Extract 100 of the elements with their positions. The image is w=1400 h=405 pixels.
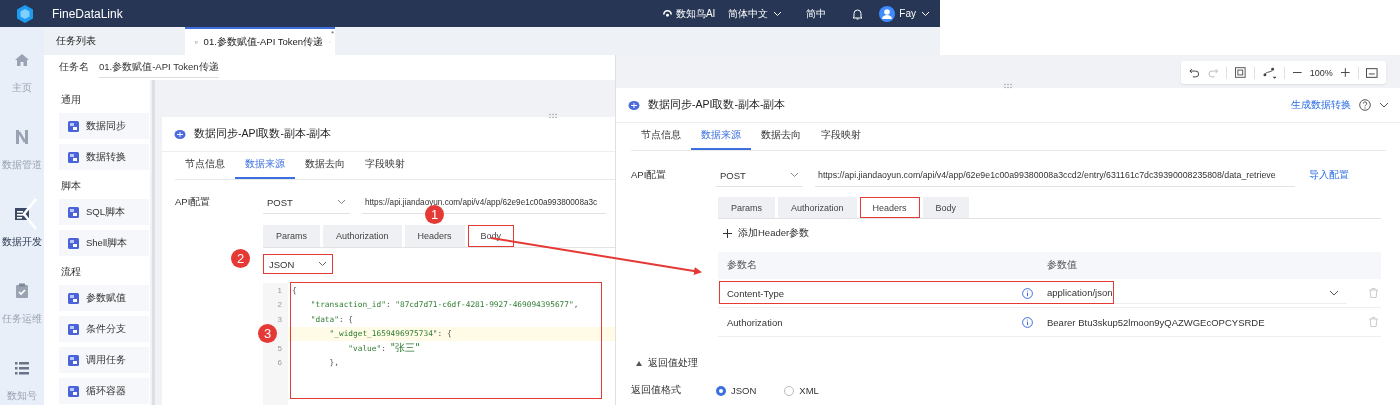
pipeline-icon — [14, 129, 30, 145]
undo-icon[interactable] — [1189, 67, 1200, 78]
line-number: 1 — [277, 285, 282, 295]
palette-item[interactable]: 参数赋值 — [59, 285, 149, 311]
clipboard-check-icon — [14, 283, 30, 299]
chevron-down-icon — [318, 261, 327, 267]
chevron-down-icon — [773, 10, 783, 17]
document-tab[interactable]: 01.参数赋值-API Token传递 * — [185, 27, 335, 55]
panel-tab[interactable]: 节点信息 — [631, 123, 691, 150]
url-field[interactable]: https://api.jiandaoyun.com/api/v4/app/62e9e1c00a99380008a3ccd2/entry/631161c7dc39390008235808/data_retrieve — [815, 164, 1295, 187]
sync-icon — [628, 99, 640, 111]
request-tab[interactable]: Params — [263, 225, 320, 247]
plus-icon — [723, 229, 732, 238]
column-header: 参数名 — [726, 259, 758, 272]
info-icon[interactable] — [1022, 316, 1033, 328]
palette-group-label: 脚本 — [60, 179, 82, 193]
format-radio[interactable]: JSON — [716, 385, 757, 396]
unsaved-mark: * — [330, 29, 334, 38]
line-number: 2 — [277, 300, 282, 310]
help-icon[interactable] — [1359, 99, 1371, 111]
nav-item[interactable]: 数据开发 — [2, 206, 42, 283]
line-number: 6 — [277, 358, 282, 368]
bird-icon — [661, 8, 673, 19]
node-icon — [68, 385, 79, 397]
format-radio[interactable]: XML — [784, 385, 819, 396]
sync-icon — [174, 128, 186, 140]
palette-item[interactable]: SQL脚本 — [59, 199, 149, 225]
node-title: 数据同步-API取数-副本-副本 — [648, 98, 786, 112]
panel-tab[interactable]: 数据来源 — [691, 123, 751, 150]
user-menu[interactable]: Fay — [899, 8, 930, 19]
table-cell: Authorization — [727, 316, 783, 328]
palette-group-label: 流程 — [60, 265, 82, 279]
add-header-button[interactable]: 添加Header参数 — [723, 227, 810, 240]
node-icon — [68, 206, 79, 218]
zoom-in-icon[interactable] — [1340, 68, 1350, 77]
task-list-title[interactable]: 任务列表 — [44, 27, 185, 55]
node-icon — [68, 120, 79, 132]
chevron-down-icon — [921, 10, 930, 17]
minimap-icon[interactable] — [1366, 67, 1378, 78]
method-select[interactable]: POST — [716, 164, 803, 187]
caret-icon — [636, 361, 642, 366]
panel-tab[interactable]: 数据来源 — [235, 152, 295, 179]
script-toggle[interactable]: 简中 — [806, 6, 827, 21]
panel-tab[interactable]: 字段映射 — [811, 123, 871, 150]
node-icon — [68, 151, 79, 163]
palette-item[interactable]: 循环容器 — [59, 378, 149, 404]
return-format-label: 返回值格式 — [631, 384, 682, 397]
table-cell: Content-Type — [727, 287, 785, 299]
method-select[interactable]: POST — [263, 191, 350, 214]
column-header: 参数值 — [1047, 259, 1077, 272]
panel-tab[interactable]: 节点信息 — [175, 152, 235, 179]
app-title: FineDataLink — [52, 6, 123, 21]
api-config-label: API配置 — [631, 169, 668, 182]
body-format-select[interactable]: JSON — [263, 254, 333, 274]
node-icon — [68, 354, 79, 366]
language-select[interactable]: 简体中文 — [728, 6, 783, 21]
chevron-down-icon — [337, 199, 346, 205]
palette-item[interactable]: 条件分支 — [59, 316, 149, 342]
connector-icon[interactable] — [1262, 66, 1277, 79]
list-icon — [14, 360, 30, 376]
node-title: 数据同步-API取数-副本-副本 — [194, 127, 332, 141]
collapse-chevron-icon[interactable] — [22, 197, 38, 231]
chevron-down-icon[interactable] — [1329, 289, 1339, 296]
line-number: 5 — [277, 343, 282, 353]
task-name-field[interactable]: 01.参数赋值-API Token传递 — [99, 57, 219, 78]
request-tab[interactable]: Authorization — [323, 225, 402, 247]
panel-tab[interactable]: 数据去向 — [751, 123, 811, 150]
api-config-label: API配置 — [175, 196, 212, 209]
ai-assistant-link[interactable]: 数知鸟AI — [675, 6, 716, 21]
info-icon[interactable] — [1022, 287, 1033, 299]
avatar-icon[interactable] — [879, 5, 896, 22]
palette-item[interactable]: 调用任务 — [59, 347, 149, 373]
palette-group-label: 通用 — [60, 93, 82, 107]
request-tab[interactable]: Headers — [859, 197, 920, 218]
palette-item[interactable]: 数据转换 — [59, 144, 149, 170]
request-tab[interactable]: Headers — [404, 225, 465, 247]
panel-tab[interactable]: 字段映射 — [355, 152, 415, 179]
request-tab[interactable]: Params — [718, 197, 775, 218]
request-tab[interactable]: Authorization — [778, 197, 857, 218]
import-config-link[interactable]: 导入配置 — [1309, 169, 1349, 182]
palette-item[interactable]: Shell脚本 — [59, 230, 149, 256]
zoom-level: 100% — [1309, 67, 1333, 78]
palette-item[interactable]: 数据同步 — [59, 113, 149, 139]
drag-handle-icon[interactable] — [548, 113, 558, 119]
node-icon — [68, 323, 79, 335]
fit-view-icon[interactable] — [1235, 67, 1246, 78]
request-tab[interactable]: Body — [922, 197, 970, 218]
bell-icon[interactable] — [852, 7, 864, 20]
node-icon — [68, 237, 79, 249]
drag-handle-icon[interactable] — [1003, 83, 1013, 89]
home-icon — [14, 52, 30, 68]
task-name-label: 任务名 — [59, 61, 89, 74]
section-toggle[interactable]: 返回值处理 — [636, 357, 716, 370]
chevron-down-icon[interactable] — [1379, 102, 1389, 108]
line-number: 3 — [277, 314, 282, 324]
chevron-down-icon — [790, 172, 799, 178]
panel-tab[interactable]: 数据去向 — [295, 152, 355, 179]
generate-transform-link[interactable]: 生成数据转换 — [1291, 98, 1351, 112]
node-icon — [68, 292, 79, 304]
table-cell: Bearer Btu3skup52lmoon9yQAZWGEcOPCYSRDE — [1047, 316, 1265, 328]
